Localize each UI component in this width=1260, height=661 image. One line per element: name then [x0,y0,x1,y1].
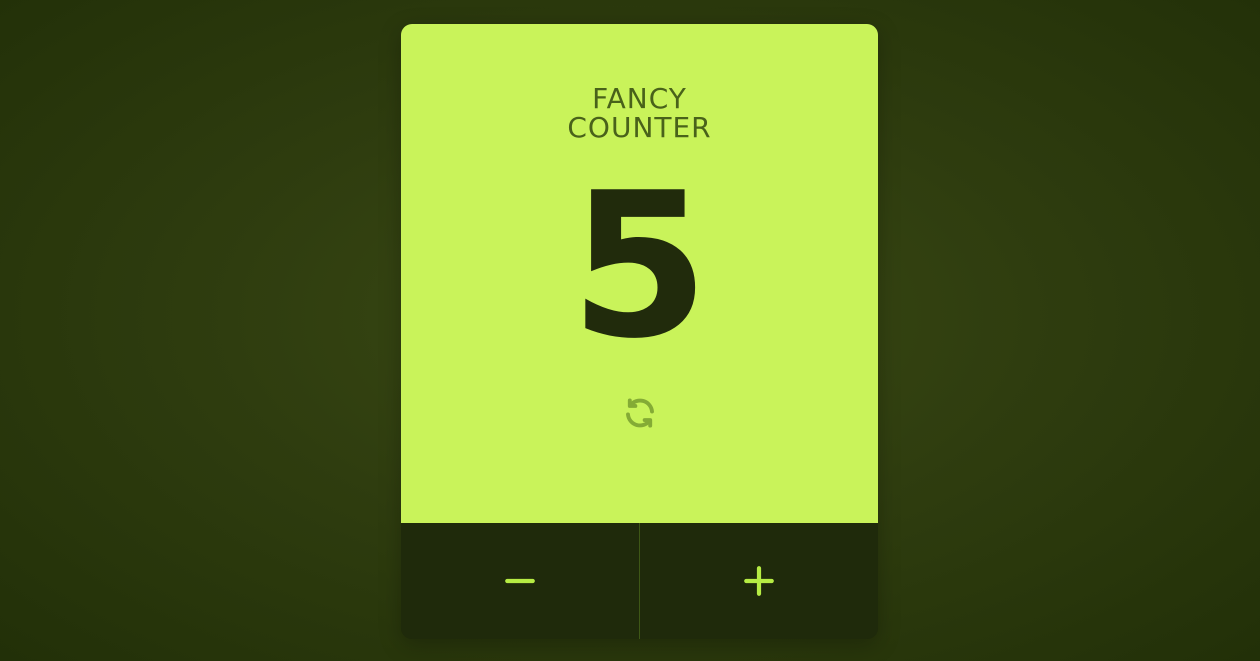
counter-title: FANCY COUNTER [567,82,712,144]
plus-icon [744,566,774,596]
reset-button[interactable] [621,394,659,432]
minus-icon [505,578,535,584]
counter-card: FANCY COUNTER 5 [401,24,878,639]
counter-value: 5 [569,150,710,383]
decrement-button[interactable] [401,523,639,639]
increment-button[interactable] [640,523,878,639]
counter-display: FANCY COUNTER 5 [401,24,878,523]
refresh-icon [626,398,654,428]
counter-controls [401,523,878,639]
